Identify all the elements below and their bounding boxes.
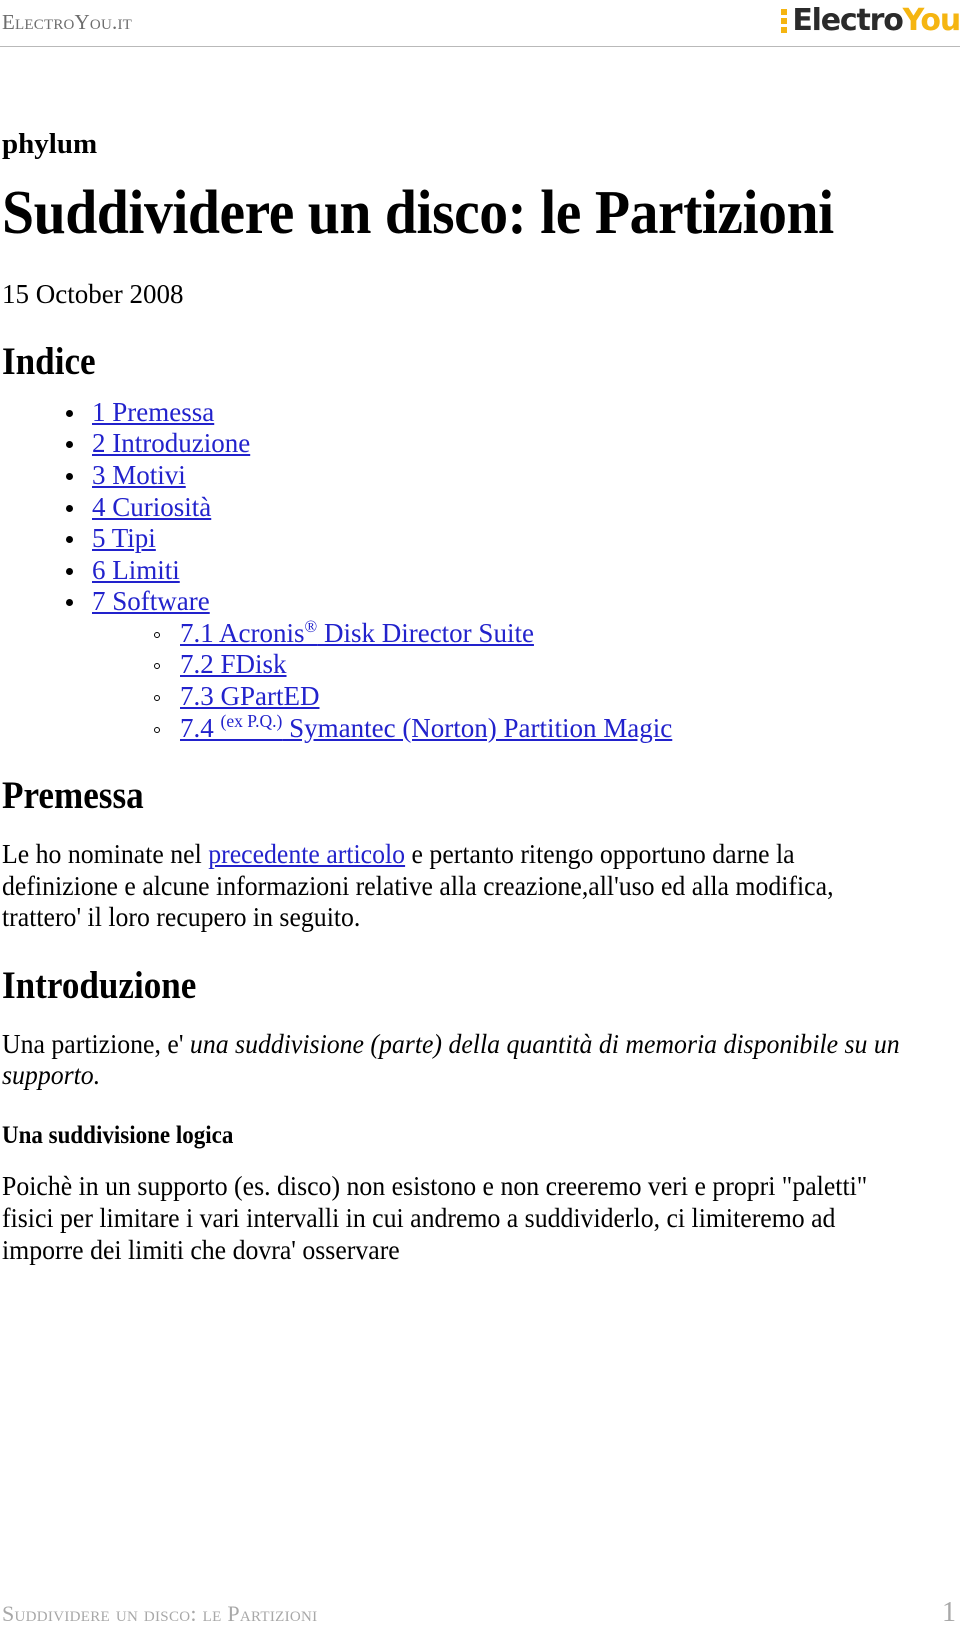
bullet-icon (66, 567, 73, 575)
list-item: 6 Limiti (2, 555, 916, 587)
toc-sub-prefix: 7.3 GPartED (180, 681, 320, 712)
toc-link-fdisk[interactable]: 7.2 FDisk (180, 649, 287, 679)
toc-link-introduzione[interactable]: 2 Introduzione (92, 428, 250, 458)
hollow-bullet-icon (154, 695, 160, 702)
toc-sub-prefix: 7.2 FDisk (180, 649, 287, 680)
list-item: 5 Tipi (2, 523, 916, 555)
toc-sub-superscript: (ex P.Q.) (220, 710, 283, 731)
hollow-bullet-icon (154, 663, 160, 670)
author-byline: phylum (2, 128, 98, 160)
logo-you-text: You (902, 3, 960, 38)
toc-link-software[interactable]: 7 Software (92, 586, 210, 616)
table-of-contents-sub: 7.1 Acronis® Disk Director Suite 7.2 FDi… (92, 618, 916, 744)
article-content: phylum Suddividere un disco: le Partizio… (0, 47, 916, 1266)
page-header: ElectroYou.it Electro You (0, 0, 960, 47)
page-title: Suddividere un disco: le Partizioni (2, 179, 834, 248)
footer-running-title: Suddividere un disco: le Partizioni (2, 1601, 318, 1626)
paragraph-suddivisione-logica: Poichè in un supporto (es. disco) non es… (2, 1171, 868, 1265)
logo-dots-icon (781, 8, 790, 34)
list-item: 4 Curiosità (2, 492, 916, 524)
list-item: 3 Motivi (2, 460, 916, 492)
bullet-icon (66, 472, 73, 480)
hollow-bullet-icon (154, 726, 160, 733)
list-item: 7 Software 7.1 Acronis® Disk Director Su… (2, 586, 916, 744)
bullet-icon (66, 441, 73, 449)
paragraph-premessa: Le ho nominate nel precedente articolo e… (2, 839, 917, 934)
hollow-bullet-icon (154, 631, 160, 638)
toc-link-motivi[interactable]: 3 Motivi (92, 460, 186, 490)
inline-link-precedente-articolo[interactable]: precedente articolo (208, 839, 405, 869)
section-heading-premessa: Premessa (2, 774, 144, 818)
intro-text-plain: Una partizione, e' (2, 1028, 190, 1059)
premessa-text-before: Le ho nominate nel (2, 839, 209, 870)
subsection-heading-suddivisione-logica: Una suddivisione logica (2, 1121, 234, 1149)
bullet-icon (66, 504, 73, 512)
toc-sub-suffix: Symantec (Norton) Partition Magic (282, 712, 673, 743)
list-item: 7.2 FDisk (92, 649, 916, 681)
toc-link-curiosita[interactable]: 4 Curiosità (92, 492, 211, 522)
logo-electro-text: Electro (792, 3, 903, 38)
toc-link-limiti[interactable]: 6 Limiti (92, 555, 180, 585)
table-of-contents: 1 Premessa 2 Introduzione 3 Motivi 4 Cur… (2, 397, 916, 744)
paragraph-introduzione: Una partizione, e' una suddivisione (par… (2, 1029, 917, 1092)
toc-link-gparted[interactable]: 7.3 GPartED (180, 681, 319, 711)
toc-link-partition-magic[interactable]: 7.4 (ex P.Q.) Symantec (Norton) Partitio… (180, 710, 673, 743)
site-name: ElectroYou.it (2, 10, 132, 34)
list-item: 2 Introduzione (2, 428, 916, 460)
bullet-icon (66, 409, 73, 417)
toc-link-premessa[interactable]: 1 Premessa (92, 397, 214, 427)
page-number: 1 (942, 1597, 956, 1628)
electroyou-logo[interactable]: Electro You (781, 4, 960, 38)
page-footer: Suddividere un disco: le Partizioni 1 (0, 1589, 960, 1629)
bullet-icon (66, 536, 73, 544)
toc-sub-prefix: 7.1 Acronis (180, 617, 305, 648)
toc-link-acronis[interactable]: 7.1 Acronis® Disk Director Suite (180, 618, 534, 648)
list-item: 7.1 Acronis® Disk Director Suite (92, 618, 916, 650)
toc-sub-suffix: Disk Director Suite (317, 617, 534, 648)
index-heading: Indice (2, 339, 96, 383)
publish-date: 15 October 2008 (2, 279, 184, 310)
list-item: 7.3 GPartED (92, 681, 916, 713)
toc-sub-prefix: 7.4 (180, 712, 221, 743)
toc-link-tipi[interactable]: 5 Tipi (92, 523, 156, 553)
registered-trademark-icon: ® (304, 616, 318, 636)
list-item: 7.4 (ex P.Q.) Symantec (Norton) Partitio… (92, 710, 916, 745)
bullet-icon (66, 599, 73, 607)
section-heading-introduzione: Introduzione (2, 963, 197, 1007)
list-item: 1 Premessa (2, 397, 916, 429)
